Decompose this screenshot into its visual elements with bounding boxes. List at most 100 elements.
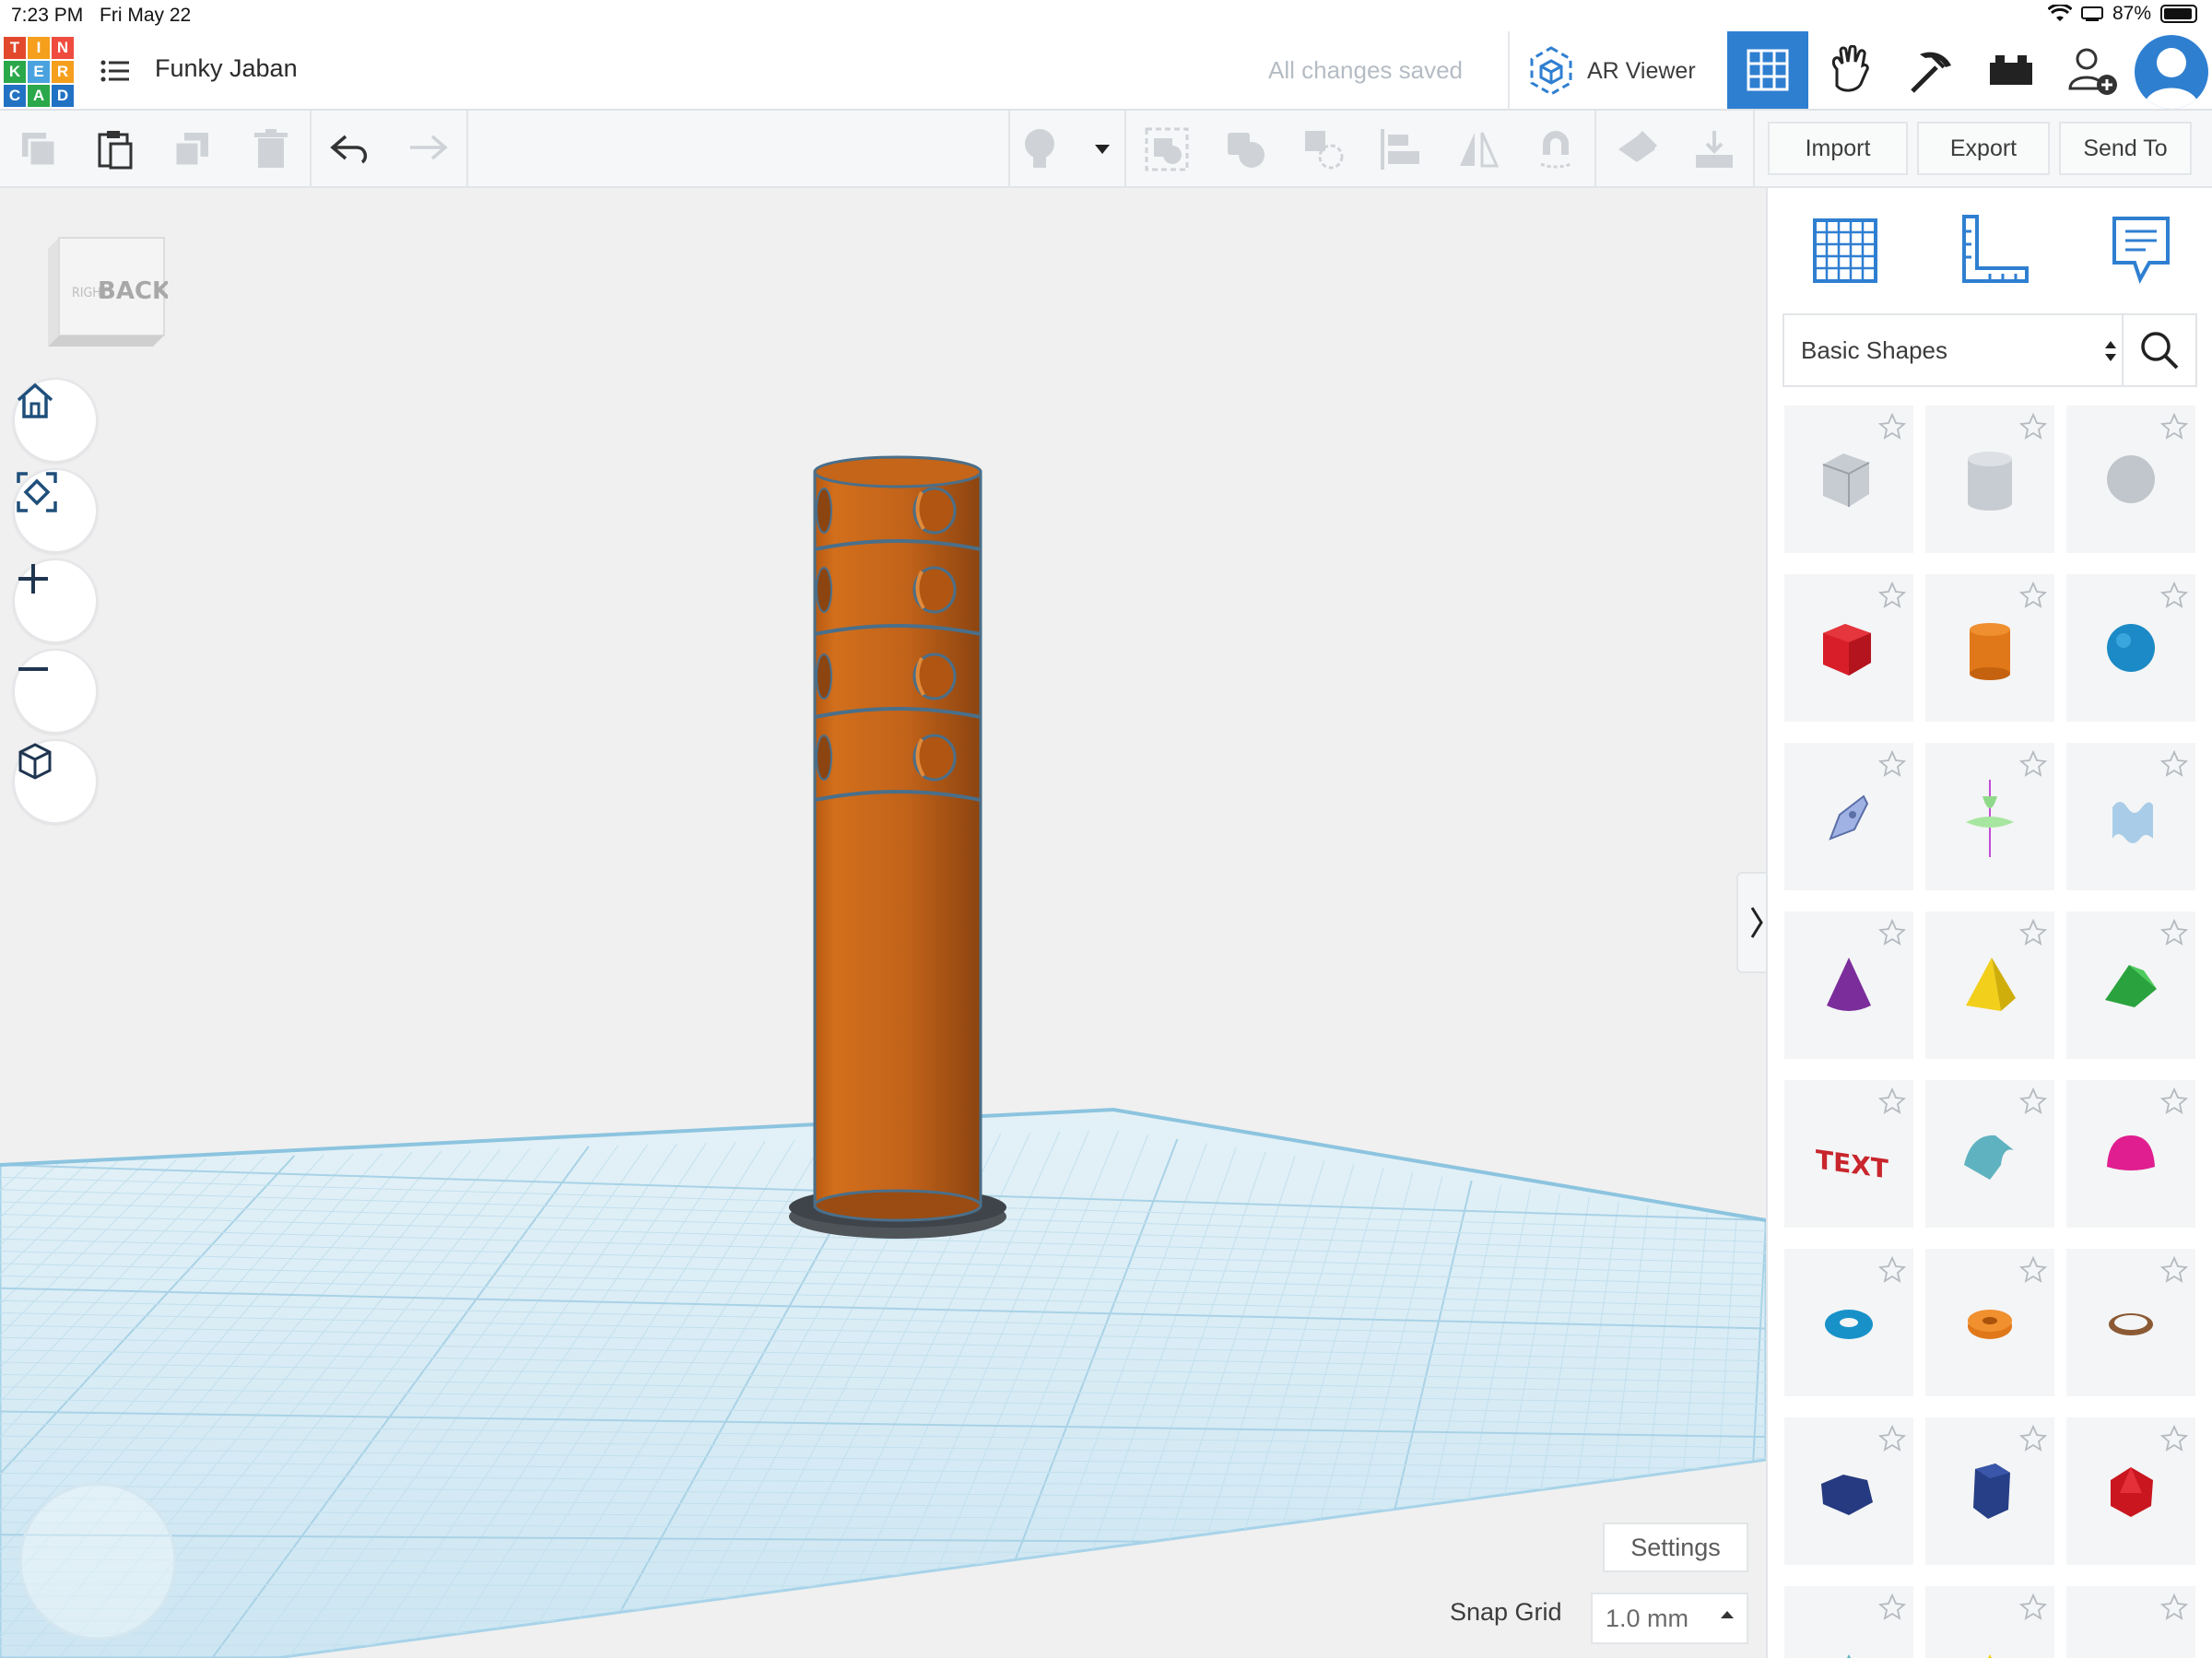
- home-view-button[interactable]: [13, 378, 98, 463]
- shape-paraboloid[interactable]: [2066, 1080, 2195, 1228]
- shape-polygon[interactable]: [1784, 1417, 1913, 1565]
- circuits-bricks-button[interactable]: [1971, 31, 2052, 109]
- shape-box-hole[interactable]: [1784, 406, 1913, 553]
- favorite-star-icon[interactable]: [1878, 1088, 1906, 1115]
- favorite-star-icon[interactable]: [2019, 919, 2047, 947]
- shape-category-select[interactable]: Basic Shapes: [1783, 313, 2135, 387]
- copy-button[interactable]: [17, 127, 61, 171]
- delete-button[interactable]: [249, 127, 293, 171]
- joystick-control[interactable]: [15, 1478, 181, 1644]
- shape-sphere-hole[interactable]: [2066, 406, 2195, 553]
- shape-cylinder[interactable]: [1925, 574, 2054, 722]
- favorite-star-icon[interactable]: [2019, 1425, 2047, 1452]
- export-button[interactable]: Export: [1917, 122, 2050, 175]
- send-to-button[interactable]: Send To: [2059, 122, 2192, 175]
- ar-viewer-button[interactable]: AR Viewer: [1526, 44, 1696, 98]
- notes-button[interactable]: [1018, 127, 1062, 171]
- group-button[interactable]: [1145, 127, 1189, 171]
- shape-heart[interactable]: [2066, 1586, 2195, 1658]
- orange-cylinder-model[interactable]: [813, 455, 982, 1222]
- shape-wedge[interactable]: [2066, 911, 2195, 1059]
- favorite-star-icon[interactable]: [2019, 1088, 2047, 1115]
- favorite-star-icon[interactable]: [2019, 1593, 2047, 1621]
- shapes-panel: Basic Shapes TEXT: [1766, 188, 2212, 1658]
- shape-sphere[interactable]: [2066, 574, 2195, 722]
- shape-cylinder-hole[interactable]: [1925, 406, 2054, 553]
- 3d-viewport[interactable]: RIGHT BACK Settings Snap Grid 1.0 mm: [0, 188, 1766, 1658]
- shape-box[interactable]: [1784, 574, 1913, 722]
- shape-search-button[interactable]: [2122, 313, 2197, 387]
- logo-letter: A: [28, 85, 50, 107]
- cruise-button[interactable]: [1534, 127, 1578, 171]
- workplane-scene[interactable]: [0, 188, 1766, 1658]
- favorite-star-icon[interactable]: [1878, 582, 1906, 609]
- codeblocks-button[interactable]: [1808, 31, 1889, 109]
- ruler-tab[interactable]: [1952, 208, 2035, 291]
- favorite-star-icon[interactable]: [2160, 1425, 2188, 1452]
- favorite-star-icon[interactable]: [1878, 1425, 1906, 1452]
- notes-dropdown[interactable]: [1080, 127, 1124, 171]
- shape-icosahedron[interactable]: [2066, 1417, 2195, 1565]
- favorite-star-icon[interactable]: [1878, 1256, 1906, 1284]
- project-title[interactable]: Funky Jaban: [155, 54, 298, 83]
- shape-half-cylinder[interactable]: [1925, 1080, 2054, 1228]
- fit-view-button[interactable]: [13, 468, 98, 553]
- ungroup-button[interactable]: [1224, 127, 1268, 171]
- snap-grid-select[interactable]: 1.0 mm: [1591, 1593, 1748, 1644]
- tinkercad-logo[interactable]: TIN KER CAD: [4, 37, 74, 107]
- mirror-icon: [1460, 132, 1500, 168]
- import-button[interactable]: Import: [1768, 122, 1908, 175]
- union-hole-button[interactable]: [1301, 127, 1346, 171]
- paste-button[interactable]: [94, 127, 138, 171]
- favorite-star-icon[interactable]: [2019, 413, 2047, 441]
- favorite-star-icon[interactable]: [2019, 582, 2047, 609]
- favorite-star-icon[interactable]: [2160, 1088, 2188, 1115]
- shape-ring[interactable]: [2066, 1249, 2195, 1396]
- workplane-tab[interactable]: [1805, 208, 1888, 291]
- duplicate-button[interactable]: [170, 127, 214, 171]
- cone-icon: [1827, 958, 1871, 1011]
- notes-tab[interactable]: [2100, 208, 2183, 291]
- shape-cone[interactable]: [1784, 911, 1913, 1059]
- favorite-star-icon[interactable]: [2160, 1593, 2188, 1621]
- align-button[interactable]: [1379, 127, 1423, 171]
- favorite-star-icon[interactable]: [2160, 750, 2188, 778]
- ruler-drop-button[interactable]: [1692, 127, 1736, 171]
- favorite-star-icon[interactable]: [1878, 1593, 1906, 1621]
- shape-scribble[interactable]: [1784, 743, 1913, 890]
- shape-pyramid[interactable]: [1925, 911, 2054, 1059]
- favorite-star-icon[interactable]: [2019, 1256, 2047, 1284]
- minecraft-bricks-button[interactable]: [1889, 31, 1971, 109]
- invite-user-button[interactable]: [2052, 31, 2133, 109]
- favorite-star-icon[interactable]: [2160, 919, 2188, 947]
- shape-star-yellow[interactable]: [1925, 1586, 2054, 1658]
- favorite-star-icon[interactable]: [2019, 750, 2047, 778]
- mirror-button[interactable]: [1456, 127, 1500, 171]
- favorite-star-icon[interactable]: [2160, 582, 2188, 609]
- favorite-star-icon[interactable]: [2160, 1256, 2188, 1284]
- shape-torus[interactable]: [1784, 1249, 1913, 1396]
- 3d-design-view-button[interactable]: [1727, 31, 1808, 109]
- side-hole: [816, 567, 832, 613]
- shape-tube[interactable]: [1925, 1249, 2054, 1396]
- zoom-out-button[interactable]: [13, 649, 98, 734]
- favorite-star-icon[interactable]: [1878, 750, 1906, 778]
- shape-star[interactable]: [1784, 1586, 1913, 1658]
- redo-button[interactable]: [406, 127, 450, 171]
- menu-list-icon[interactable]: [100, 55, 131, 87]
- user-avatar[interactable]: [2135, 35, 2208, 109]
- perspective-button[interactable]: [13, 739, 98, 824]
- shape-text[interactable]: TEXT: [1784, 1080, 1913, 1228]
- shape-sketch-top[interactable]: [1925, 743, 2054, 890]
- settings-button[interactable]: Settings: [1603, 1523, 1748, 1572]
- shape-prism[interactable]: [1925, 1417, 2054, 1565]
- view-cube[interactable]: RIGHT BACK: [42, 234, 168, 354]
- shape-shape-generator[interactable]: [2066, 743, 2195, 890]
- undo-button[interactable]: [328, 127, 372, 171]
- favorite-star-icon[interactable]: [2160, 413, 2188, 441]
- favorite-star-icon[interactable]: [1878, 413, 1906, 441]
- prism-icon: [1973, 1464, 2010, 1519]
- zoom-in-button[interactable]: [13, 559, 98, 643]
- favorite-star-icon[interactable]: [1878, 919, 1906, 947]
- workplane-button[interactable]: [1615, 127, 1659, 171]
